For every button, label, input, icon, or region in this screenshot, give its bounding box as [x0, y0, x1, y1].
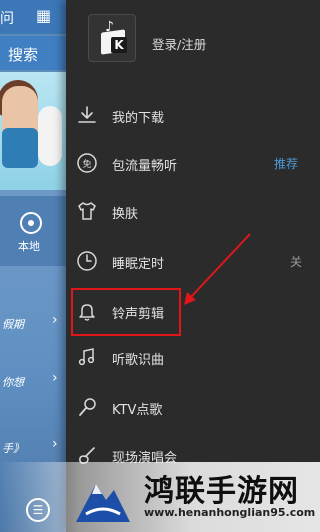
menu-item-sleep-timer[interactable]: 睡眠定时 关: [66, 238, 320, 286]
search-label: 搜索: [8, 46, 39, 64]
background-app: 问 ▦ 搜索 本地 假期 › 你想 › 手》 › ☰: [0, 0, 66, 532]
menu-item-label: 听歌识曲: [112, 353, 165, 368]
download-icon: [78, 106, 96, 123]
menu-item-label: 包流量畅听: [112, 159, 178, 174]
menu-item-change-skin[interactable]: 换肤: [66, 188, 320, 236]
tshirt-skin-icon: [78, 202, 96, 220]
data-plan-icon: 免: [77, 153, 97, 173]
login-register-link[interactable]: 登录/注册: [152, 34, 206, 53]
background-list-row[interactable]: 你想 ›: [0, 362, 66, 400]
menu-item-label: 换肤: [112, 207, 139, 222]
menu-item-label: 睡眠定时: [112, 257, 165, 272]
svg-text:免: 免: [82, 158, 91, 170]
profile-header[interactable]: ♪ K 登录/注册: [66, 0, 320, 88]
banner-cat: [38, 106, 62, 166]
annotation-highlight-box: [71, 288, 181, 336]
logo-k: K: [111, 37, 127, 53]
watermark-logo-icon: [76, 484, 130, 522]
disc-icon: [20, 212, 42, 234]
local-label: 本地: [18, 240, 40, 253]
menu-item-data-plan[interactable]: 免 包流量畅听 推荐: [66, 140, 320, 188]
menu-item-ktv[interactable]: KTV点歌: [66, 384, 320, 432]
background-list-row[interactable]: 手》 ›: [0, 428, 66, 466]
recommend-badge: 推荐: [273, 157, 298, 171]
background-banner-image[interactable]: [0, 72, 66, 190]
background-topbar-text: 问: [0, 11, 14, 27]
background-search-tab[interactable]: 搜索: [0, 36, 66, 70]
chevron-right-icon: ›: [52, 370, 58, 386]
side-drawer: ♪ K 登录/注册 我的下载 免 包流量畅听 推荐 换肤 睡眠定时 关 铃声剪辑…: [66, 0, 320, 532]
grid-icon[interactable]: ▦: [36, 6, 51, 25]
background-topbar: 问 ▦: [0, 0, 66, 34]
watermark: 鸿联手游网 www.henanhonglian95.com: [0, 462, 320, 532]
banner-girl-dress: [2, 128, 38, 168]
background-list-row[interactable]: 假期 ›: [0, 304, 66, 342]
microphone-icon: [79, 398, 96, 416]
menu-item-song-recognition[interactable]: 听歌识曲: [66, 334, 320, 382]
kugou-logo-icon[interactable]: ♪ K: [88, 14, 136, 62]
menu-item-label: KTV点歌: [112, 403, 163, 418]
sleep-timer-status: 关: [289, 255, 302, 269]
menu-item-my-downloads[interactable]: 我的下载: [66, 92, 320, 140]
menu-item-label: 我的下载: [112, 111, 165, 126]
clock-icon: [77, 251, 97, 271]
chevron-right-icon: ›: [52, 436, 58, 452]
music-note-icon: [78, 348, 95, 366]
watermark-title: 鸿联手游网: [144, 474, 299, 509]
chevron-right-icon: ›: [52, 312, 58, 328]
background-local-button[interactable]: 本地: [0, 196, 66, 266]
watermark-url: www.henanhonglian95.com: [144, 506, 316, 519]
